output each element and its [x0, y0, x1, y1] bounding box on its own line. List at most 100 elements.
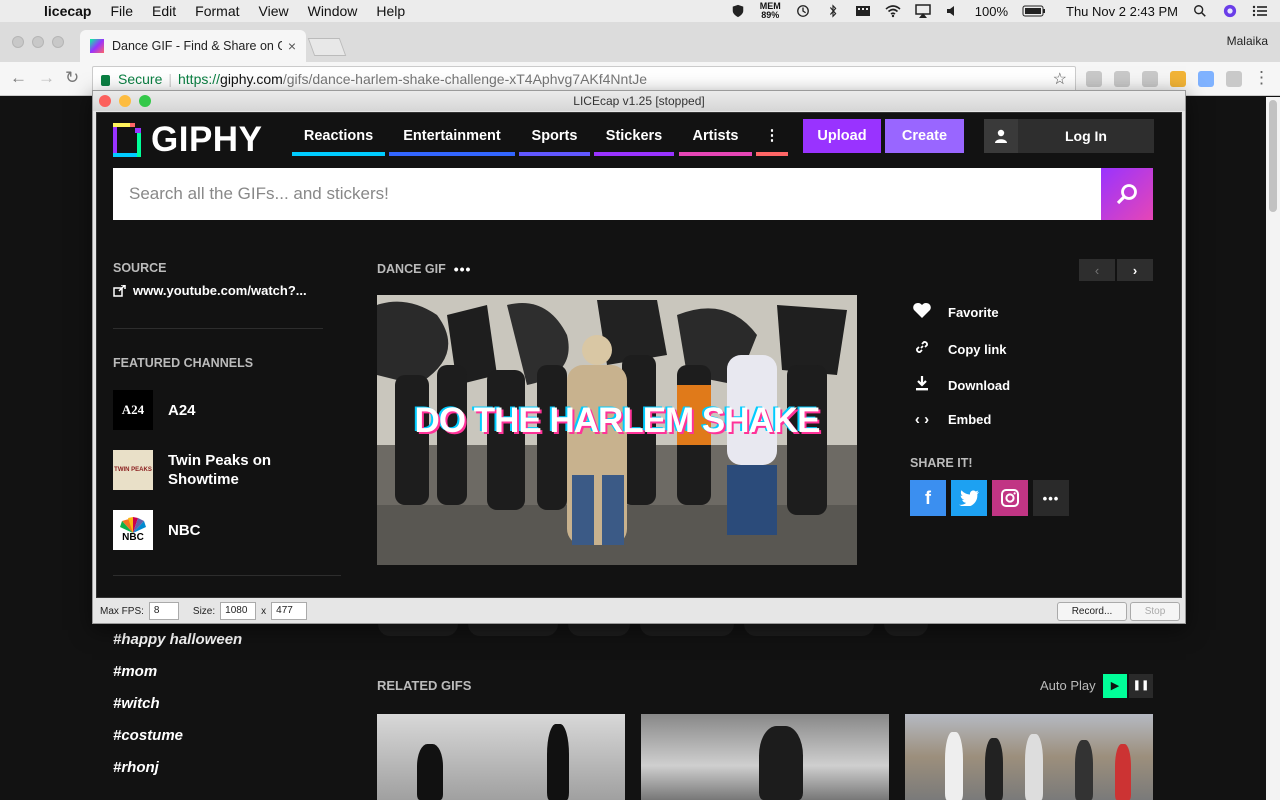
next-gif-button[interactable]: › [1117, 259, 1153, 281]
licecap-titlebar[interactable]: LICEcap v1.25 [stopped] [93, 91, 1185, 111]
tag-link[interactable]: #costume [113, 727, 183, 744]
nav-label: Stickers [605, 128, 663, 144]
source-link[interactable]: www.youtube.com/watch?... [113, 283, 307, 298]
more-horizontal-icon[interactable]: ••• [454, 261, 472, 277]
menu-help[interactable]: Help [376, 3, 405, 19]
profile-name[interactable]: Malaika [1227, 34, 1268, 48]
heart-icon [911, 303, 933, 322]
window-minimize-button[interactable] [32, 36, 44, 48]
forward-arrow-icon[interactable]: → [38, 68, 55, 88]
twitter-share-button[interactable] [951, 480, 987, 516]
browser-menu-icon[interactable]: ⋮ [1253, 68, 1270, 88]
memory-indicator[interactable]: MEM 89% [760, 2, 781, 20]
new-tab-button[interactable] [307, 38, 347, 56]
share-heading: SHARE IT! [910, 456, 973, 470]
search-input[interactable]: Search all the GIFs... and stickers! [113, 168, 1101, 220]
tag-link[interactable]: #happy halloween [113, 631, 242, 648]
reload-icon[interactable]: ↻ [65, 68, 79, 88]
shield-icon[interactable] [730, 4, 746, 18]
volume-icon[interactable] [945, 4, 961, 18]
channel-twin-peaks[interactable]: TWIN PEAKS Twin Peaks on Showtime [113, 450, 303, 490]
nav-reactions[interactable]: Reactions [292, 128, 385, 156]
gif-player[interactable]: DO THE HARLEM SHAKE [377, 295, 857, 565]
autoplay-pause-button[interactable]: ❚❚ [1129, 674, 1153, 698]
spotlight-search-icon[interactable] [1192, 4, 1208, 18]
action-label: Embed [948, 412, 992, 427]
menu-format[interactable]: Format [195, 3, 239, 19]
height-input[interactable]: 477 [271, 602, 308, 620]
facebook-share-button[interactable]: f [910, 480, 946, 516]
menu-file[interactable]: File [110, 3, 133, 19]
back-arrow-icon[interactable]: ← [10, 68, 27, 88]
stop-button[interactable]: Stop [1130, 602, 1180, 621]
copy-link-button[interactable]: Copy link [911, 339, 1007, 359]
related-gif-thumbnail[interactable] [377, 714, 625, 800]
width-input[interactable]: 1080 [220, 602, 257, 620]
autoplay-play-button[interactable]: ▶ [1103, 674, 1127, 698]
tag-link[interactable]: #witch [113, 695, 160, 712]
channel-a24[interactable]: A24 A24 [113, 390, 196, 430]
more-horizontal-icon: ••• [1042, 490, 1060, 506]
licecap-close-button[interactable] [99, 95, 111, 107]
giphy-logo-icon [113, 123, 141, 157]
record-button[interactable]: Record... [1057, 602, 1127, 621]
tab-close-icon[interactable]: × [288, 38, 296, 54]
keyboard-icon[interactable] [855, 4, 871, 18]
login-button[interactable]: Log In [984, 119, 1154, 153]
nav-stickers[interactable]: Stickers [594, 128, 674, 156]
menu-app-licecap[interactable]: licecap [44, 3, 91, 19]
wifi-icon[interactable] [885, 4, 901, 18]
menubar-clock[interactable]: Thu Nov 2 2:43 PM [1066, 4, 1178, 19]
extension-icon[interactable] [1142, 71, 1158, 87]
licecap-minimize-button[interactable] [119, 95, 131, 107]
url-host: giphy.com [220, 71, 283, 87]
siri-icon[interactable] [1222, 4, 1238, 18]
channel-nbc[interactable]: NBC NBC [113, 510, 201, 550]
share-buttons: f ••• [910, 480, 1069, 516]
extension-icon[interactable] [1198, 71, 1214, 87]
airplay-icon[interactable] [915, 4, 931, 18]
instagram-share-button[interactable] [992, 480, 1028, 516]
tag-link[interactable]: #mom [113, 663, 157, 680]
extension-icon[interactable] [1114, 71, 1130, 87]
nav-artists[interactable]: Artists [679, 128, 752, 156]
url-scheme: https:// [178, 71, 221, 87]
embed-button[interactable]: ‹ › Embed [911, 411, 991, 428]
menu-edit[interactable]: Edit [152, 3, 176, 19]
menu-window[interactable]: Window [308, 3, 358, 19]
time-machine-icon[interactable] [795, 4, 811, 18]
battery-icon[interactable] [1022, 4, 1046, 18]
related-gif-thumbnail[interactable] [641, 714, 889, 800]
shield-extension-icon[interactable] [1226, 71, 1242, 87]
nav-sports[interactable]: Sports [519, 128, 590, 156]
camera-extension-icon[interactable] [1086, 71, 1102, 87]
cast-icon[interactable] [1170, 71, 1186, 87]
upload-button[interactable]: Upload [803, 119, 881, 153]
browser-tab-active[interactable]: Dance GIF - Find & Share on GIPHY × [80, 30, 306, 62]
download-button[interactable]: Download [911, 375, 1010, 395]
menu-view[interactable]: View [259, 3, 289, 19]
tag-link[interactable]: #rhonj [113, 759, 159, 776]
more-share-button[interactable]: ••• [1033, 480, 1069, 516]
licecap-zoom-button[interactable] [139, 95, 151, 107]
code-icon: ‹ › [914, 411, 930, 428]
window-close-button[interactable] [12, 36, 24, 48]
search-button[interactable] [1101, 168, 1153, 220]
bookmark-star-icon[interactable]: ☆ [1053, 69, 1067, 89]
channel-avatar: NBC [113, 510, 153, 550]
giphy-logo[interactable]: GIPHY [113, 120, 262, 160]
nav-more-button[interactable]: ⋮ [756, 128, 788, 156]
licecap-controls: Max FPS: 8 Size: 1080 x 477 Record... St… [93, 599, 1185, 623]
window-zoom-button[interactable] [52, 36, 64, 48]
scrollbar-thumb[interactable] [1269, 100, 1277, 212]
address-bar[interactable]: Secure | https:// giphy.com /gifs/dance-… [92, 66, 1076, 92]
nav-entertainment[interactable]: Entertainment [389, 128, 515, 156]
previous-gif-button[interactable]: ‹ [1079, 259, 1115, 281]
page-scrollbar[interactable] [1266, 97, 1280, 800]
related-gif-thumbnail[interactable] [905, 714, 1153, 800]
fps-input[interactable]: 8 [148, 602, 179, 620]
favorite-button[interactable]: Favorite [911, 303, 999, 322]
notification-center-icon[interactable] [1252, 4, 1268, 18]
create-button[interactable]: Create [885, 119, 964, 153]
bluetooth-icon[interactable] [825, 4, 841, 18]
